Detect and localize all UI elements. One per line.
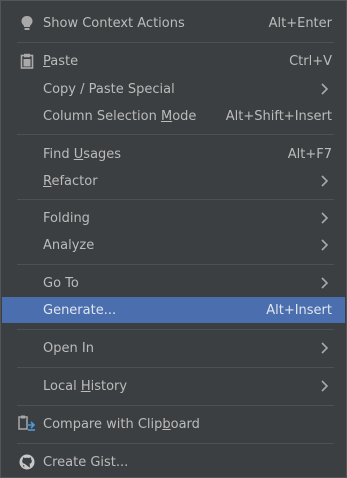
chevron-right-icon (321, 277, 329, 289)
menu-item-open-in[interactable]: Open In (2, 335, 345, 361)
chevron-right-icon (321, 175, 329, 187)
menu-item-local-history[interactable]: Local History (2, 373, 345, 399)
menu-item-label: Show Context Actions (43, 15, 185, 31)
menu-item-analyze[interactable]: Analyze (2, 232, 345, 258)
menu-item-label: Open In (43, 340, 94, 356)
menu-item-label: Paste (43, 53, 79, 69)
lightbulb-icon (18, 14, 36, 32)
mnemonic-letter: H (80, 378, 91, 394)
menu-item-label: Analyze (43, 237, 95, 253)
menu-item-show-context-actions[interactable]: Show Context Actions Alt+Enter (2, 10, 345, 36)
menu-item-label: Go To (43, 275, 79, 291)
menu-item-generate[interactable]: Generate... Alt+Insert (2, 297, 345, 323)
menu-item-create-gist[interactable]: Create Gist... (2, 449, 345, 475)
separator (17, 264, 334, 265)
chevron-right-icon (321, 239, 329, 251)
shortcut-label: Alt+Insert (266, 302, 332, 318)
menu-item-label: Generate... (43, 302, 117, 318)
shortcut-label: Alt+F7 (287, 146, 332, 162)
separator (17, 329, 334, 330)
separator (17, 405, 334, 406)
menu-item-label: Compare with Clipboard (43, 416, 200, 432)
menu-item-label: Find Usages (43, 146, 122, 162)
separator (17, 443, 334, 444)
editor-context-menu: Show Context Actions Alt+Enter Paste Ctr… (0, 0, 347, 478)
chevron-right-icon (321, 380, 329, 392)
shortcut-label: Alt+Shift+Insert (225, 108, 332, 124)
menu-item-label: Column Selection Mode (43, 108, 197, 124)
separator (17, 199, 334, 200)
menu-item-go-to[interactable]: Go To (2, 270, 345, 296)
github-icon (18, 453, 36, 471)
shortcut-label: Ctrl+V (289, 53, 332, 69)
chevron-right-icon (321, 342, 329, 354)
compare-icon (18, 415, 36, 433)
menu-item-paste[interactable]: Paste Ctrl+V (2, 48, 345, 74)
mnemonic-letter: M (160, 108, 173, 124)
menu-item-column-selection-mode[interactable]: Column Selection Mode Alt+Shift+Insert (2, 103, 345, 129)
chevron-right-icon (321, 212, 329, 224)
menu-item-copy-paste-special[interactable]: Copy / Paste Special (2, 76, 345, 102)
menu-item-find-usages[interactable]: Find Usages Alt+F7 (2, 141, 345, 167)
separator (17, 134, 334, 135)
menu-item-label: Local History (43, 378, 128, 394)
separator (17, 42, 334, 43)
shortcut-label: Alt+Enter (268, 15, 332, 31)
menu-item-label: Copy / Paste Special (43, 81, 175, 97)
menu-item-refactor[interactable]: Refactor (2, 168, 345, 194)
mnemonic-letter: b (162, 416, 171, 432)
menu-item-label: Folding (43, 210, 90, 226)
menu-item-compare-with-clipboard[interactable]: Compare with Clipboard (2, 411, 345, 437)
separator (17, 367, 334, 368)
clipboard-icon (18, 52, 36, 70)
menu-item-label: Refactor (43, 173, 98, 189)
mnemonic-letter: U (73, 146, 84, 162)
menu-item-label: Create Gist... (43, 454, 129, 470)
chevron-right-icon (321, 83, 329, 95)
menu-item-folding[interactable]: Folding (2, 205, 345, 231)
